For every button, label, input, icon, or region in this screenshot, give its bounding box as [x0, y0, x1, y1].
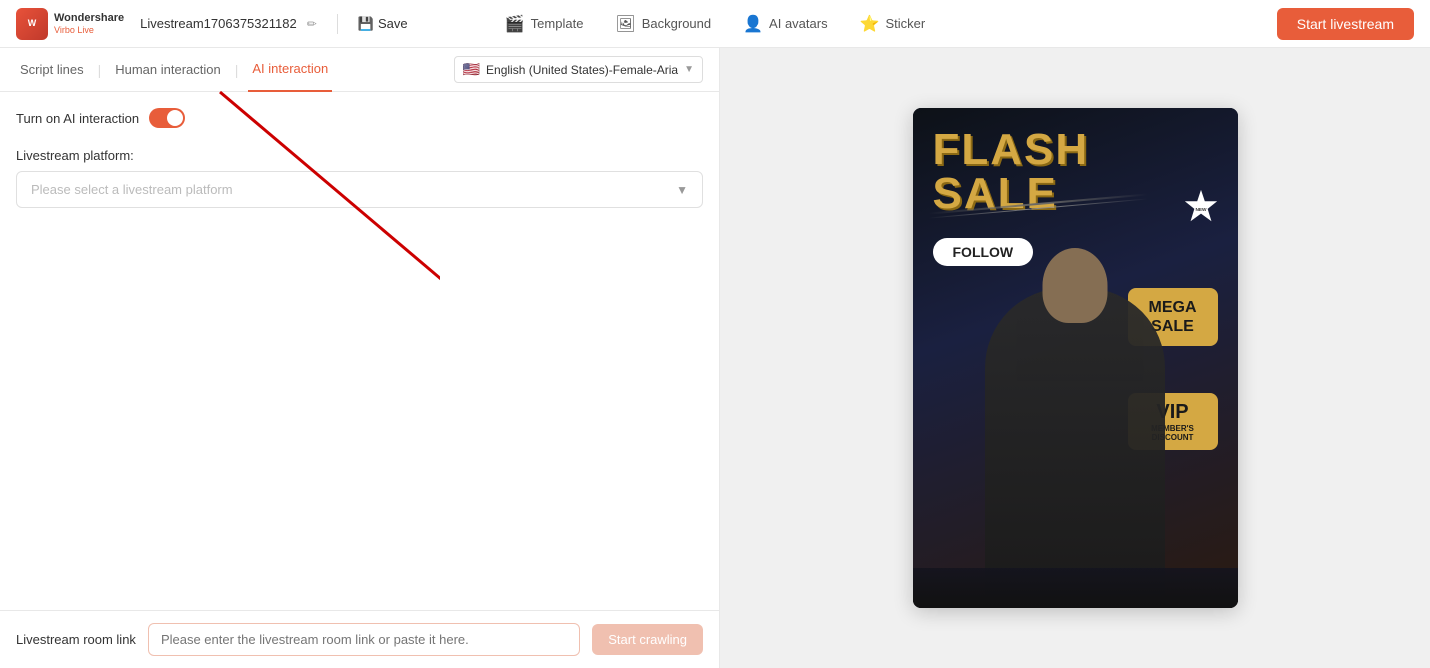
ai-avatars-icon: 👤 — [743, 14, 763, 34]
toggle-row: Turn on AI interaction — [16, 108, 703, 128]
main-layout: Script lines | Human interaction | AI in… — [0, 48, 1430, 668]
language-selector[interactable]: 🇺🇸 English (United States)-Female-Aria ▼ — [454, 56, 703, 83]
tab-human-interaction[interactable]: Human interaction — [111, 48, 225, 92]
edit-icon[interactable]: ✏ — [307, 17, 317, 31]
nav-template[interactable]: 🎬 Template — [505, 14, 584, 34]
platform-label: Livestream platform: — [16, 148, 703, 163]
logo-container: W Wondershare Virbo Live — [16, 8, 124, 40]
room-link-input[interactable] — [148, 623, 580, 656]
start-crawling-button[interactable]: Start crawling — [592, 624, 703, 655]
header-nav: 🎬 Template 🖼 Background 👤 AI avatars ⭐ S… — [505, 14, 925, 34]
follow-badge: FOLLOW — [933, 238, 1034, 266]
preview-card: FLASHSALE FOLLOW NEW MEGASALE — [913, 108, 1238, 608]
room-link-label: Livestream room link — [16, 632, 136, 647]
person-figure — [985, 288, 1165, 608]
save-label: Save — [378, 16, 408, 31]
background-label: Background — [642, 16, 711, 31]
platform-select-dropdown[interactable]: Please select a livestream platform ▼ — [16, 171, 703, 208]
save-icon: 💾 — [358, 16, 374, 32]
sticker-label: Sticker — [886, 16, 926, 31]
save-button[interactable]: 💾 Save — [358, 16, 408, 32]
template-label: Template — [531, 16, 584, 31]
lang-chevron-icon: ▼ — [684, 64, 694, 75]
platform-chevron-icon: ▼ — [676, 183, 688, 197]
background-icon: 🖼 — [615, 14, 635, 34]
ai-avatars-label: AI avatars — [769, 16, 828, 31]
svg-text:NEW: NEW — [1195, 207, 1207, 213]
starburst: NEW — [1182, 188, 1220, 226]
preview-bottom — [913, 568, 1238, 608]
right-panel: FLASHSALE FOLLOW NEW MEGASALE — [720, 48, 1430, 668]
tab-script-lines-label: Script lines — [20, 62, 84, 77]
tab-human-interaction-label: Human interaction — [115, 62, 221, 77]
sticker-icon: ⭐ — [860, 14, 880, 34]
tab-sep-1: | — [98, 62, 102, 78]
bottom-bar: Livestream room link Start crawling — [0, 610, 719, 668]
nav-background[interactable]: 🖼 Background — [615, 14, 711, 34]
stream-title[interactable]: Livestream1706375321182 — [140, 16, 297, 31]
lang-label: English (United States)-Female-Aria — [486, 63, 678, 77]
template-icon: 🎬 — [505, 14, 525, 34]
tab-script-lines[interactable]: Script lines — [16, 48, 88, 92]
toggle-label: Turn on AI interaction — [16, 111, 139, 126]
header-left: W Wondershare Virbo Live Livestream17063… — [16, 8, 408, 40]
content-area: Turn on AI interaction Livestream platfo… — [0, 92, 719, 610]
header-divider — [337, 14, 338, 34]
nav-sticker[interactable]: ⭐ Sticker — [860, 14, 926, 34]
logo-icon: W — [16, 8, 48, 40]
tab-ai-interaction-label: AI interaction — [252, 61, 328, 76]
nav-ai-avatars[interactable]: 👤 AI avatars — [743, 14, 827, 34]
tab-ai-interaction[interactable]: AI interaction — [248, 48, 332, 92]
logo-brand: Wondershare — [54, 12, 124, 25]
tabs-row: Script lines | Human interaction | AI in… — [0, 48, 719, 92]
tab-sep-2: | — [235, 62, 239, 78]
left-panel: Script lines | Human interaction | AI in… — [0, 48, 720, 668]
app-header: W Wondershare Virbo Live Livestream17063… — [0, 0, 1430, 48]
start-livestream-button[interactable]: Start livestream — [1277, 8, 1414, 40]
preview-background: FLASHSALE FOLLOW NEW MEGASALE — [913, 108, 1238, 608]
flag-icon: 🇺🇸 — [463, 61, 480, 78]
logo-product: Virbo Live — [54, 25, 124, 35]
flash-sale-title: FLASHSALE — [933, 128, 1090, 216]
ai-interaction-toggle[interactable] — [149, 108, 185, 128]
logo-text-block: Wondershare Virbo Live — [54, 12, 124, 35]
platform-placeholder: Please select a livestream platform — [31, 182, 233, 197]
toggle-knob — [167, 110, 183, 126]
